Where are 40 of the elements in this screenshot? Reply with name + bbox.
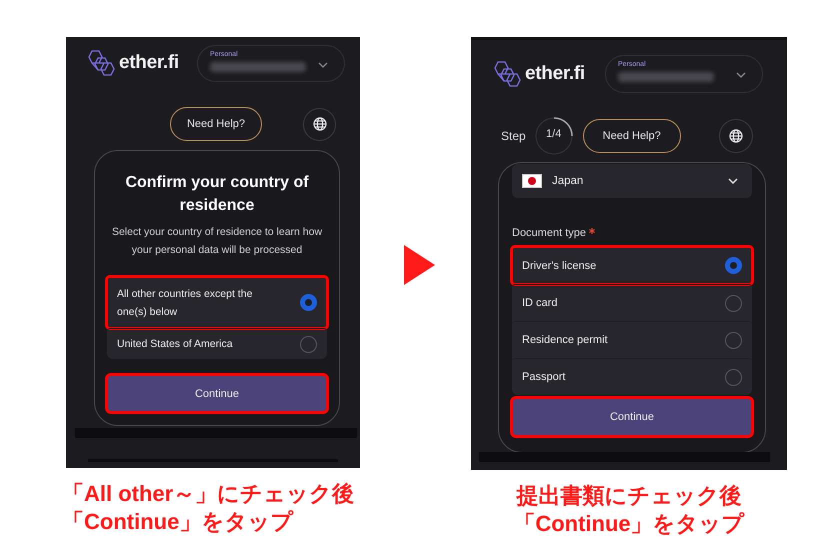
caption-text: 「Continue」をタップ [62,508,294,536]
logo-text: ether.fi [119,52,179,74]
field-label: Document type [512,227,586,239]
logo-text: ether.fi [525,63,585,85]
help-button[interactable]: Need Help? [582,119,681,153]
radio-option[interactable]: Residence permit [512,321,752,358]
globe-icon [312,117,326,131]
logo-icon [492,60,522,88]
radio-button[interactable] [725,332,742,348]
chevron-down-icon [728,178,738,184]
caption-text: 「Continue」をタップ [513,510,745,538]
card-subtitle: Select your country of residence to learn how your personal data will be processed [110,225,324,258]
caption-text: 「All other～」にチェック後 [62,480,354,508]
japan-flag-icon [522,174,542,188]
right-arrow-icon [404,245,435,285]
step-count: 1/4 [545,128,562,140]
card-title: Confirm your country of residence [124,173,310,216]
radio-option[interactable]: United States of America [107,328,327,359]
radio-option[interactable]: Driver's license [512,247,752,284]
progress-ring [534,117,573,155]
radio-option[interactable]: ID card [512,284,752,321]
radio-button[interactable] [300,294,317,311]
logo-icon [86,49,116,77]
radio-button[interactable] [725,294,742,312]
language-button[interactable] [303,108,336,140]
radio-button[interactable] [300,336,317,352]
help-button[interactable]: Need Help? [170,107,262,141]
chevron-down-icon [736,72,746,78]
country-dropdown[interactable]: Japan [512,164,752,198]
caption-text: 提出書類にチェック後 [516,482,742,510]
radio-button[interactable] [725,257,742,274]
radio-option[interactable]: All other countries except the one(s) below [107,277,327,328]
step-label: Step [501,129,526,143]
radio-button[interactable] [725,368,742,386]
globe-icon [729,129,743,143]
chevron-down-icon [318,62,328,68]
continue-button[interactable]: Continue [107,375,327,412]
radio-option[interactable]: Passport [512,358,752,395]
continue-button[interactable]: Continue [512,398,752,436]
language-button[interactable] [719,119,753,153]
